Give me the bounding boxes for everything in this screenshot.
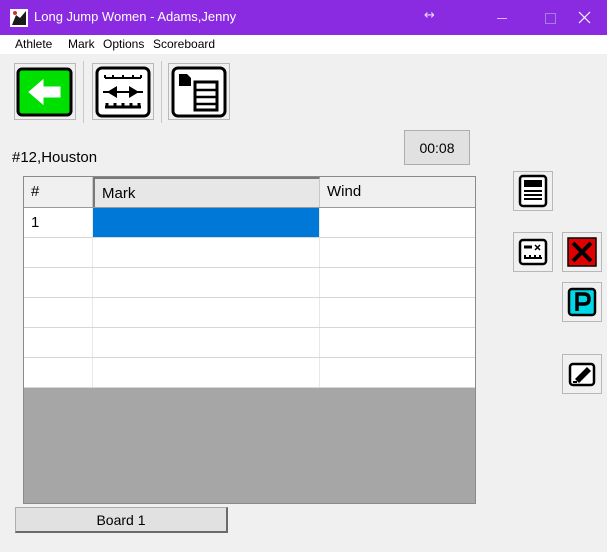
table-row[interactable]: [24, 268, 475, 298]
resize-icon: ↔: [424, 8, 435, 23]
measure-button[interactable]: [92, 63, 154, 120]
close-icon: [578, 11, 591, 24]
table-row[interactable]: 1: [24, 208, 475, 238]
wind-cell[interactable]: [320, 298, 475, 327]
red-x-foul-icon: [567, 237, 597, 267]
menu-scoreboard[interactable]: Scoreboard: [153, 37, 215, 51]
minimize-button[interactable]: [478, 0, 528, 35]
calculator-icon: [518, 174, 548, 208]
mark-cell[interactable]: [93, 238, 320, 267]
marks-grid: # Mark Wind 1: [23, 176, 476, 504]
row-number-cell[interactable]: [24, 298, 93, 327]
mark-cell[interactable]: [93, 268, 320, 297]
row-number-cell[interactable]: [24, 268, 93, 297]
table-row[interactable]: [24, 238, 475, 268]
eraser-edit-icon: [568, 362, 596, 387]
wind-cell[interactable]: [320, 268, 475, 297]
pass-button[interactable]: [562, 282, 602, 322]
timer-button[interactable]: 00:08: [404, 130, 470, 165]
menu-mark[interactable]: Mark: [68, 37, 95, 51]
pass-p-icon: [567, 287, 597, 317]
column-header-wind[interactable]: Wind: [320, 177, 475, 207]
title-bar: Long Jump Women - Adams,Jenny ↔: [0, 0, 607, 35]
table-row[interactable]: [24, 358, 475, 388]
calculator-button[interactable]: [513, 171, 553, 211]
mark-cell[interactable]: [93, 358, 320, 387]
toolbar-separator: [83, 61, 84, 123]
wind-cell[interactable]: [320, 208, 475, 237]
scoreboard-button[interactable]: [168, 63, 230, 120]
grid-header: # Mark Wind: [24, 177, 475, 208]
measure-device-icon: [95, 66, 151, 118]
column-header-number[interactable]: #: [24, 177, 93, 207]
row-number-cell[interactable]: 1: [24, 208, 93, 237]
menu-bar: Athlete Mark Options Scoreboard: [0, 35, 607, 54]
menu-athlete[interactable]: Athlete: [15, 37, 52, 51]
wind-cell[interactable]: [320, 358, 475, 387]
mark-cell[interactable]: [93, 298, 320, 327]
measuring-device-button[interactable]: [513, 232, 553, 272]
row-number-cell[interactable]: [24, 238, 93, 267]
wind-cell[interactable]: [320, 238, 475, 267]
table-row[interactable]: [24, 298, 475, 328]
row-number-cell[interactable]: [24, 328, 93, 357]
close-button[interactable]: [563, 0, 607, 35]
row-number-cell[interactable]: [24, 358, 93, 387]
foul-button[interactable]: [562, 232, 602, 272]
mark-cell[interactable]: [93, 328, 320, 357]
table-row[interactable]: [24, 328, 475, 358]
column-header-mark[interactable]: Mark: [93, 177, 320, 207]
toolbar-separator: [161, 61, 162, 123]
scoreboard-list-icon: [171, 66, 227, 118]
measuring-device-icon: [518, 238, 548, 266]
wind-cell[interactable]: [320, 328, 475, 357]
menu-options[interactable]: Options: [103, 37, 144, 51]
back-arrow-icon: [16, 67, 73, 117]
back-button[interactable]: [14, 63, 76, 120]
mark-cell[interactable]: [93, 208, 320, 237]
edit-button[interactable]: [562, 354, 602, 394]
athlete-label: #12,Houston: [12, 149, 98, 166]
board-button[interactable]: Board 1: [15, 507, 228, 533]
app-icon: [10, 9, 28, 27]
window-title: Long Jump Women - Adams,Jenny: [34, 9, 237, 24]
